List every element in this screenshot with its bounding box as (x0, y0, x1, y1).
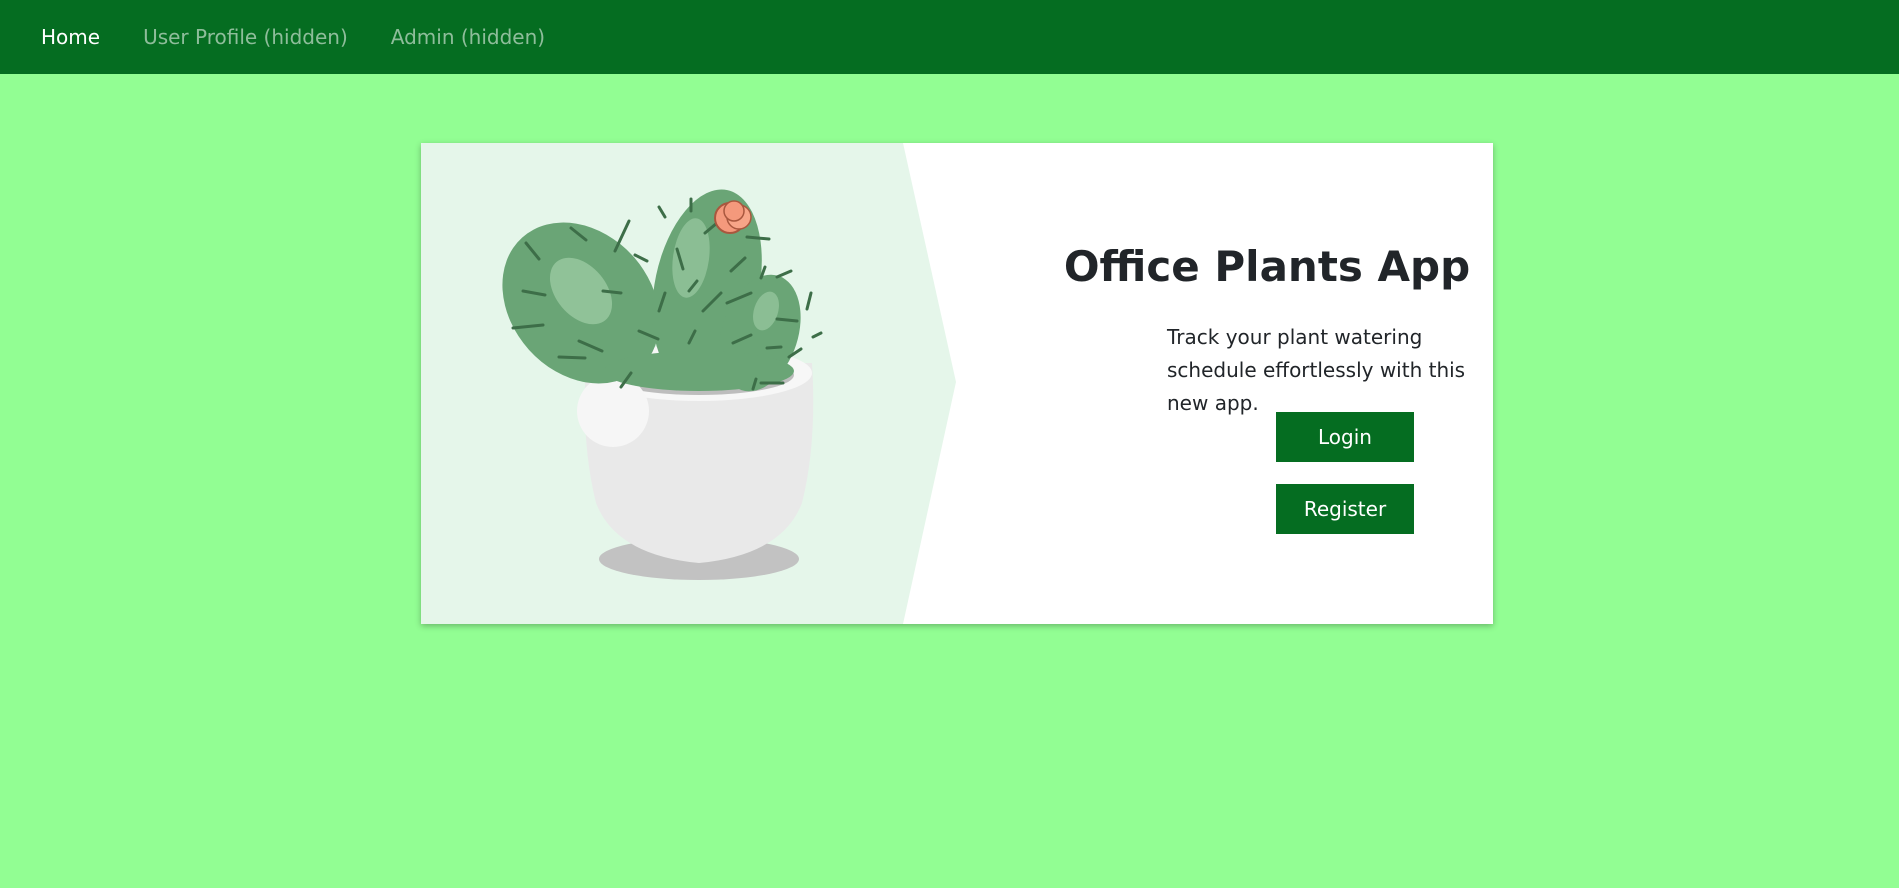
nav-home-link[interactable]: Home (41, 25, 100, 49)
app-description: Track your plant watering schedule effor… (1167, 325, 1466, 415)
cactus-base (604, 351, 794, 391)
cactus-illustration (421, 143, 956, 624)
top-navbar: Home User Profile (hidden) Admin (hidden… (0, 0, 1899, 74)
nav-user-profile-link[interactable]: User Profile (hidden) (143, 25, 348, 49)
welcome-content: Office Plants App Track your plant water… (1041, 143, 1493, 624)
welcome-card: Office Plants App Track your plant water… (421, 143, 1493, 624)
login-button[interactable]: Login (1276, 412, 1414, 462)
page-title: Office Plants App (1063, 242, 1471, 291)
register-button[interactable]: Register (1276, 484, 1414, 534)
nav-admin-link[interactable]: Admin (hidden) (391, 25, 545, 49)
